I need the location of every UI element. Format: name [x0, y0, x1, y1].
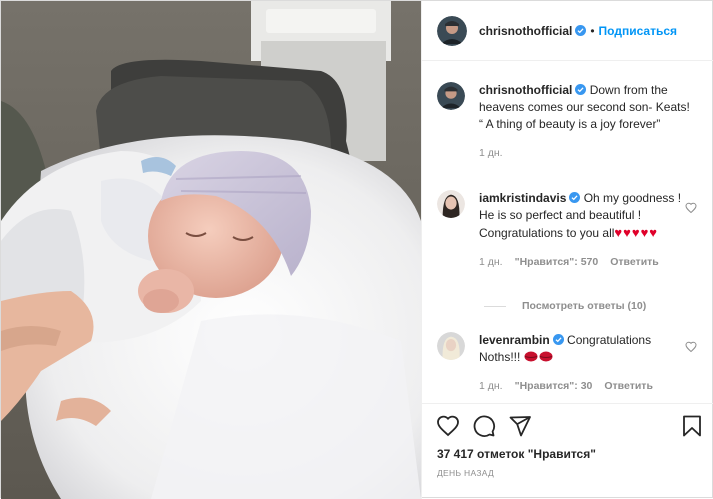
comment-time[interactable]: 1 дн. — [479, 254, 503, 271]
avatar[interactable] — [437, 190, 465, 218]
caption-avatar-image — [437, 82, 465, 110]
follow-button[interactable]: Подписаться — [599, 24, 677, 38]
author-username[interactable]: chrisnothofficial — [479, 24, 572, 38]
action-icons-row — [436, 414, 704, 440]
comment-time[interactable]: 1 дн. — [479, 378, 503, 395]
kiss-lips-emoji-icon — [524, 351, 553, 362]
comment-item: levenrambin Congratulations Noths!!! 1 д… — [437, 332, 707, 395]
view-replies-label[interactable]: Посмотреть ответы (10) — [522, 300, 646, 312]
comment-text-block: levenrambin Congratulations Noths!!! — [479, 332, 694, 366]
comments-list[interactable]: chrisnothofficial Down from the heavens … — [422, 62, 713, 402]
comment-body: iamkristindavis Oh my goodness ! He is s… — [479, 190, 694, 271]
baby-photo-illustration — [1, 1, 421, 499]
heart-emoji: ♥♥♥♥♥ — [614, 225, 659, 240]
avatar[interactable] — [437, 332, 465, 360]
comment-text-block: iamkristindavis Oh my goodness ! He is s… — [479, 190, 694, 242]
replies-divider — [484, 305, 506, 307]
post-header: chrisnothofficial • Подписаться — [422, 1, 713, 61]
caption-time[interactable]: 1 дн. — [479, 145, 503, 162]
avatar[interactable] — [437, 15, 467, 46]
reply-button[interactable]: Ответить — [604, 378, 653, 395]
comment-likes[interactable]: "Нравится": 30 — [515, 378, 593, 395]
comment-username[interactable]: levenrambin — [479, 333, 550, 347]
comment-username[interactable]: iamkristindavis — [479, 191, 566, 205]
verified-badge-icon — [575, 25, 587, 36]
separator-dot: • — [590, 23, 595, 38]
post-photo[interactable] — [1, 1, 421, 499]
comment-body: levenrambin Congratulations Noths!!! 1 д… — [479, 332, 694, 395]
caption-meta: 1 дн. — [479, 145, 694, 162]
commenter-avatar-image — [437, 190, 465, 218]
verified-badge-icon — [575, 84, 587, 95]
comment-meta: 1 дн. "Нравится": 570 Ответить — [479, 254, 694, 271]
commenter-avatar-image — [437, 332, 465, 360]
caption-text-block: chrisnothofficial Down from the heavens … — [479, 82, 694, 133]
author-avatar-image — [437, 15, 467, 46]
avatar[interactable] — [437, 82, 465, 110]
verified-badge-icon — [569, 192, 581, 203]
reply-button[interactable]: Ответить — [610, 254, 659, 271]
comment-icon[interactable] — [472, 414, 496, 438]
bookmark-icon[interactable] — [680, 414, 704, 438]
caption-body: chrisnothofficial Down from the heavens … — [479, 82, 694, 162]
comment-like-heart-icon[interactable] — [685, 341, 697, 353]
comment-likes[interactable]: "Нравится": 570 — [515, 254, 599, 271]
view-replies-toggle[interactable]: Посмотреть ответы (10) — [484, 300, 646, 312]
caption-username[interactable]: chrisnothofficial — [479, 83, 572, 97]
share-icon[interactable] — [508, 414, 532, 438]
post-date[interactable]: ДЕНЬ НАЗАД — [437, 468, 494, 478]
comment-meta: 1 дн. "Нравится": 30 Ответить — [479, 378, 694, 395]
comment-item: iamkristindavis Oh my goodness ! He is s… — [437, 190, 707, 271]
comment-like-heart-icon[interactable] — [685, 202, 697, 214]
post-side-panel: chrisnothofficial • Подписаться chrisnot… — [421, 1, 713, 499]
post-actions: 37 417 отметок "Нравится" ДЕНЬ НАЗАД — [422, 403, 713, 499]
verified-badge-icon — [552, 334, 564, 345]
instagram-post: chrisnothofficial • Подписаться chrisnot… — [0, 0, 713, 499]
caption: chrisnothofficial Down from the heavens … — [437, 82, 707, 162]
heart-icon[interactable] — [436, 414, 460, 438]
likes-count[interactable]: 37 417 отметок "Нравится" — [437, 447, 596, 461]
